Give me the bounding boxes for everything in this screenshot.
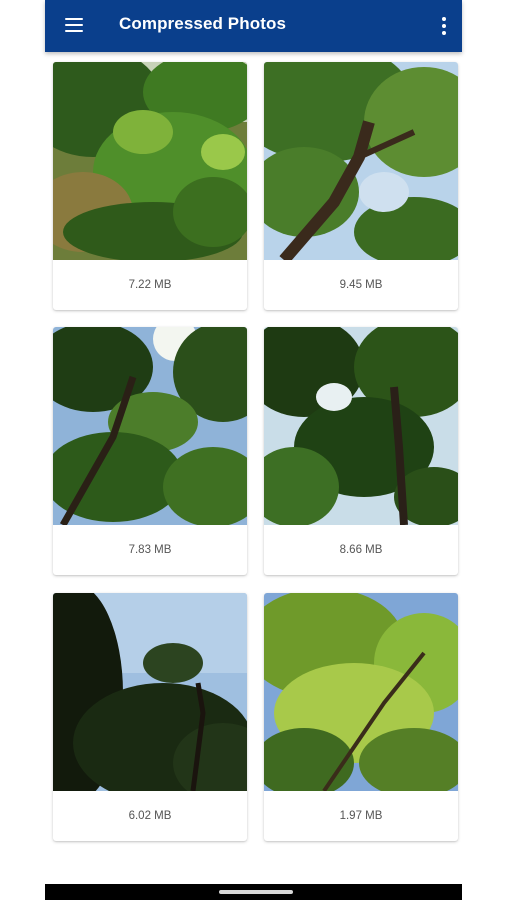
file-size-label: 7.22 MB: [128, 279, 172, 291]
file-size-label: 6.02 MB: [128, 810, 172, 822]
photo-card[interactable]: 7.22 MB: [53, 62, 247, 310]
photo-thumbnail: [264, 327, 458, 525]
home-gesture-handle[interactable]: [219, 890, 293, 894]
photo-card[interactable]: 6.02 MB: [53, 593, 247, 841]
app-bar: Compressed Photos: [45, 0, 462, 52]
photo-thumbnail: [53, 62, 247, 260]
file-size-label: 9.45 MB: [339, 279, 383, 291]
app-screen: Compressed Photos 7.22 MB 9.45 MB 7.83 M…: [45, 0, 462, 900]
hamburger-menu-icon[interactable]: [63, 13, 89, 39]
photo-thumbnail: [264, 593, 458, 791]
system-nav-bar: [45, 884, 462, 900]
photo-thumbnail: [264, 62, 458, 260]
file-size-label: 7.83 MB: [128, 544, 172, 556]
more-vert-icon[interactable]: [434, 12, 454, 40]
photo-thumbnail: [53, 327, 247, 525]
photo-card[interactable]: 1.97 MB: [264, 593, 458, 841]
photo-card[interactable]: 8.66 MB: [264, 327, 458, 575]
photo-card[interactable]: 9.45 MB: [264, 62, 458, 310]
photo-thumbnail: [53, 593, 247, 791]
page-title: Compressed Photos: [119, 14, 287, 33]
photo-card[interactable]: 7.83 MB: [53, 327, 247, 575]
file-size-label: 8.66 MB: [339, 544, 383, 556]
file-size-label: 1.97 MB: [339, 810, 383, 822]
